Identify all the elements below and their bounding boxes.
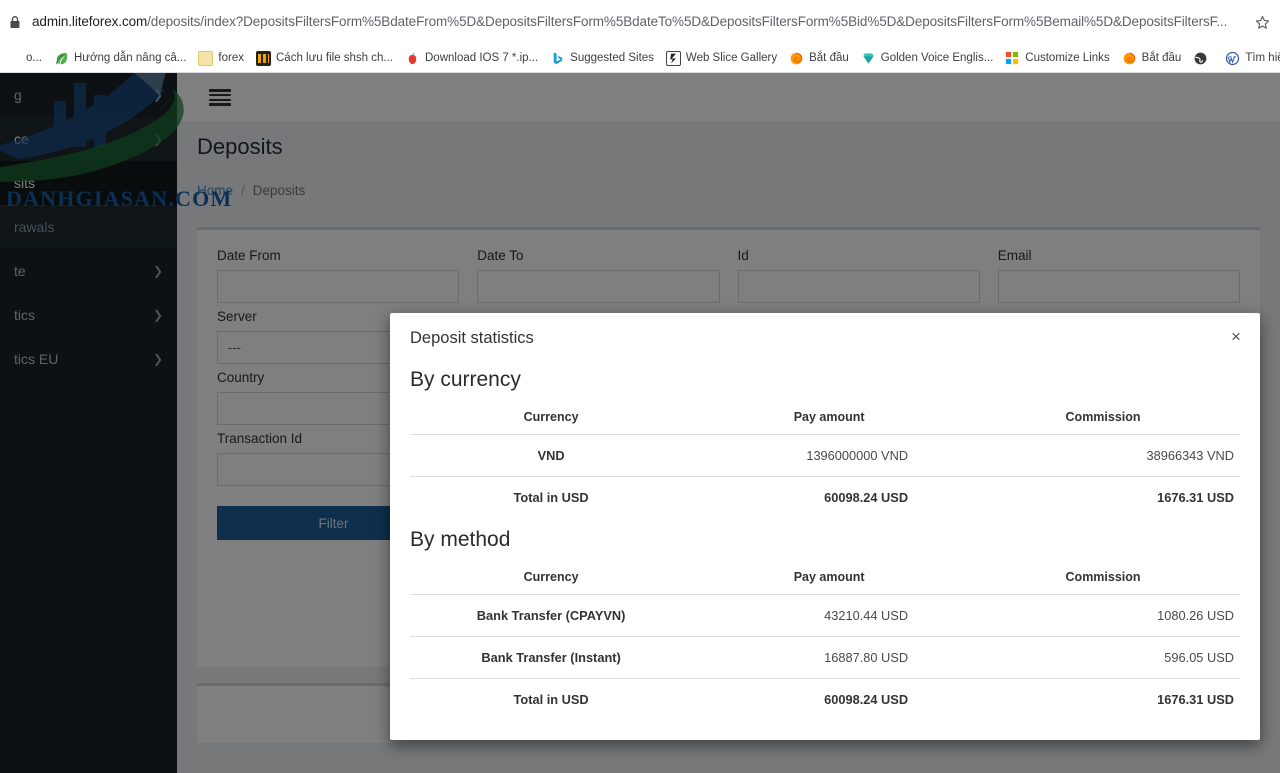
bookmark-label: Download IOS 7 *.ip... bbox=[425, 52, 539, 64]
close-icon[interactable]: × bbox=[1226, 327, 1246, 347]
bookmark-item[interactable]: Bắt đầu bbox=[1116, 46, 1188, 70]
column-header-pay-amount: Pay amount bbox=[793, 410, 865, 424]
bookmarks-bar[interactable]: o... Hướng dẫn nâng câ... forex Cách lưu… bbox=[0, 44, 1280, 73]
bookmark-item[interactable]: Customize Links bbox=[999, 46, 1115, 70]
bookmark-label: Golden Voice Englis... bbox=[880, 52, 994, 64]
bookmark-item[interactable]: forex bbox=[192, 46, 250, 70]
bookmark-label: Tìm hiểu sự k bbox=[1245, 52, 1280, 64]
table-row: VND 1396000000 VND 38966343 VND bbox=[410, 434, 1240, 477]
bookmark-label: Cách lưu file shsh ch... bbox=[276, 52, 393, 64]
cell-currency: Bank Transfer (Instant) bbox=[410, 636, 693, 679]
modal-title: Deposit statistics bbox=[410, 329, 534, 347]
generic-icon bbox=[6, 51, 21, 66]
chart-icon bbox=[256, 50, 271, 66]
table-row: Bank Transfer (CPAYVN) 43210.44 USD 1080… bbox=[410, 594, 1240, 637]
column-header-currency: Currency bbox=[523, 410, 579, 424]
table-header-row: Currency Pay amount Commission bbox=[410, 562, 1240, 595]
table-head: Currency Pay amount Commission bbox=[410, 562, 1240, 595]
bookmark-label: forex bbox=[218, 52, 244, 64]
cell-commission: 1080.26 USD bbox=[966, 594, 1240, 637]
bookmark-item[interactable]: Web Slice Gallery bbox=[660, 46, 783, 70]
bookmark-item[interactable]: Hướng dẫn nâng câ... bbox=[48, 46, 192, 70]
bookmark-item[interactable]: o... bbox=[0, 46, 48, 70]
column-header-commission: Commission bbox=[1065, 570, 1141, 584]
table-head: Currency Pay amount Commission bbox=[410, 402, 1240, 435]
bookmark-item[interactable]: Download IOS 7 *.ip... bbox=[399, 46, 544, 70]
bookmark-star-icon[interactable] bbox=[1244, 0, 1280, 44]
microsoft-icon bbox=[1005, 51, 1020, 66]
cell-commission: 596.05 USD bbox=[966, 636, 1240, 679]
by-currency-table: Currency Pay amount Commission VND 13960… bbox=[410, 402, 1240, 518]
bookmark-label: Bắt đầu bbox=[809, 52, 849, 64]
cell-total-commission: 1676.31 USD bbox=[966, 678, 1240, 720]
url-path: /deposits/index?DepositsFiltersForm%5Bda… bbox=[147, 14, 1228, 29]
bookmark-item[interactable]: Suggested Sites bbox=[544, 46, 660, 70]
bookmark-label: Customize Links bbox=[1025, 52, 1110, 64]
bookmark-label: Hướng dẫn nâng câ... bbox=[73, 52, 187, 64]
deposit-statistics-modal: Deposit statistics × By currency Currenc… bbox=[390, 313, 1260, 740]
table-row: Bank Transfer (Instant) 16887.80 USD 596… bbox=[410, 636, 1240, 679]
cell-currency: VND bbox=[410, 434, 693, 477]
bookmark-item[interactable]: Cách lưu file shsh ch... bbox=[250, 46, 399, 70]
column-header-commission: Commission bbox=[1065, 410, 1141, 424]
folder-icon bbox=[198, 50, 214, 66]
bookmark-label: o... bbox=[26, 52, 42, 64]
bookmark-item[interactable]: Tìm hiểu sự k bbox=[1219, 46, 1280, 70]
modal-header: Deposit statistics × bbox=[390, 313, 1260, 358]
bookmark-label: Web Slice Gallery bbox=[685, 52, 778, 64]
diamond-icon bbox=[861, 51, 876, 66]
table-total-row: Total in USD 60098.24 USD 1676.31 USD bbox=[410, 678, 1240, 720]
cell-total-pay-amount: 60098.24 USD bbox=[692, 678, 967, 720]
column-header-pay-amount: Pay amount bbox=[793, 570, 865, 584]
url-host: admin.liteforex.com bbox=[32, 14, 148, 29]
leaf-icon bbox=[54, 51, 69, 66]
cell-pay-amount: 16887.80 USD bbox=[692, 636, 967, 679]
cell-total-commission: 1676.31 USD bbox=[966, 476, 1240, 518]
bookmark-item[interactable]: Bắt đầu bbox=[783, 46, 855, 70]
wordpress-icon bbox=[1225, 51, 1240, 66]
url-text[interactable]: admin.liteforex.com/deposits/index?Depos… bbox=[32, 0, 1244, 44]
modal-body: By currency Currency Pay amount Commissi… bbox=[390, 368, 1260, 740]
cell-currency: Bank Transfer (CPAYVN) bbox=[410, 594, 693, 637]
firefox-icon bbox=[1122, 51, 1137, 66]
lock-icon[interactable] bbox=[8, 15, 22, 29]
app-viewport: g ❯ ce ❯ sits rawals te ❯ tics ❯ tic bbox=[0, 73, 1280, 773]
table-body: Bank Transfer (CPAYVN) 43210.44 USD 1080… bbox=[410, 594, 1240, 720]
apple-icon bbox=[405, 51, 420, 66]
cell-total-label: Total in USD bbox=[410, 476, 693, 518]
omnibox[interactable]: admin.liteforex.com/deposits/index?Depos… bbox=[0, 0, 1280, 44]
cell-commission: 38966343 VND bbox=[966, 434, 1240, 477]
webslice-icon bbox=[665, 50, 681, 66]
cell-total-pay-amount: 60098.24 USD bbox=[692, 476, 967, 518]
cell-pay-amount: 1396000000 VND bbox=[692, 434, 967, 477]
table-header-row: Currency Pay amount Commission bbox=[410, 402, 1240, 435]
cell-pay-amount: 43210.44 USD bbox=[692, 594, 967, 637]
firefox-icon bbox=[789, 51, 804, 66]
bookmark-label: Suggested Sites bbox=[570, 52, 654, 64]
table-total-row: Total in USD 60098.24 USD 1676.31 USD bbox=[410, 476, 1240, 518]
bing-icon bbox=[550, 51, 565, 66]
section-heading-by-method: By method bbox=[410, 528, 511, 551]
browser-chrome: admin.liteforex.com/deposits/index?Depos… bbox=[0, 0, 1280, 73]
table-body: VND 1396000000 VND 38966343 VND Total in… bbox=[410, 434, 1240, 518]
bookmark-label: Bắt đầu bbox=[1141, 52, 1182, 64]
cell-total-label: Total in USD bbox=[410, 678, 693, 720]
bookmark-item[interactable]: Golden Voice Englis... bbox=[855, 46, 1000, 70]
section-heading-by-currency: By currency bbox=[410, 368, 521, 391]
bookmark-item[interactable] bbox=[1187, 46, 1219, 70]
column-header-currency: Currency bbox=[523, 570, 579, 584]
by-method-table: Currency Pay amount Commission Bank Tran… bbox=[410, 562, 1240, 720]
globe-icon bbox=[1193, 51, 1208, 66]
